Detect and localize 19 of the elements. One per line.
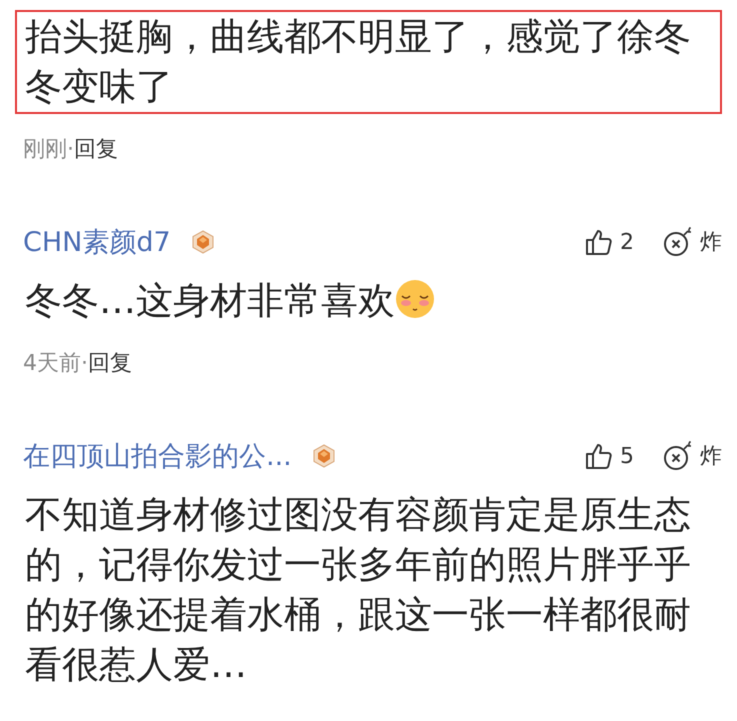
- separator-dot: ·: [81, 351, 88, 376]
- author-name[interactable]: CHN素颜d7: [23, 224, 171, 260]
- separator-dot: ·: [67, 137, 74, 162]
- blast-label[interactable]: 炸: [700, 227, 722, 257]
- like-count: 5: [620, 444, 634, 468]
- reply-link[interactable]: 回复: [74, 137, 118, 162]
- comment-text: 不知道身材修过图没有容颜肯定是原生态的，记得你发过一张多年前的照片胖乎乎的好像还提着水桶，跟这一张一样都很耐看很惹人爱…: [25, 493, 691, 686]
- time-label: 刚刚: [23, 137, 67, 162]
- comment-text: 抬头挺胸，曲线都不明显了，感觉了徐冬冬变味了: [25, 15, 691, 108]
- bomb-icon[interactable]: [662, 440, 694, 472]
- blast-label[interactable]: 炸: [700, 441, 722, 471]
- time-label: 4天前: [23, 351, 81, 376]
- thumbs-up-icon[interactable]: [584, 441, 614, 471]
- reply-link[interactable]: 回复: [88, 351, 132, 376]
- author-name[interactable]: 在四顶山拍合影的公...: [23, 438, 292, 474]
- like-count: 2: [620, 230, 634, 254]
- thumbs-up-icon[interactable]: [584, 227, 614, 257]
- bomb-icon[interactable]: [662, 226, 694, 258]
- comment-text: 冬冬…这身材非常喜欢: [25, 279, 395, 322]
